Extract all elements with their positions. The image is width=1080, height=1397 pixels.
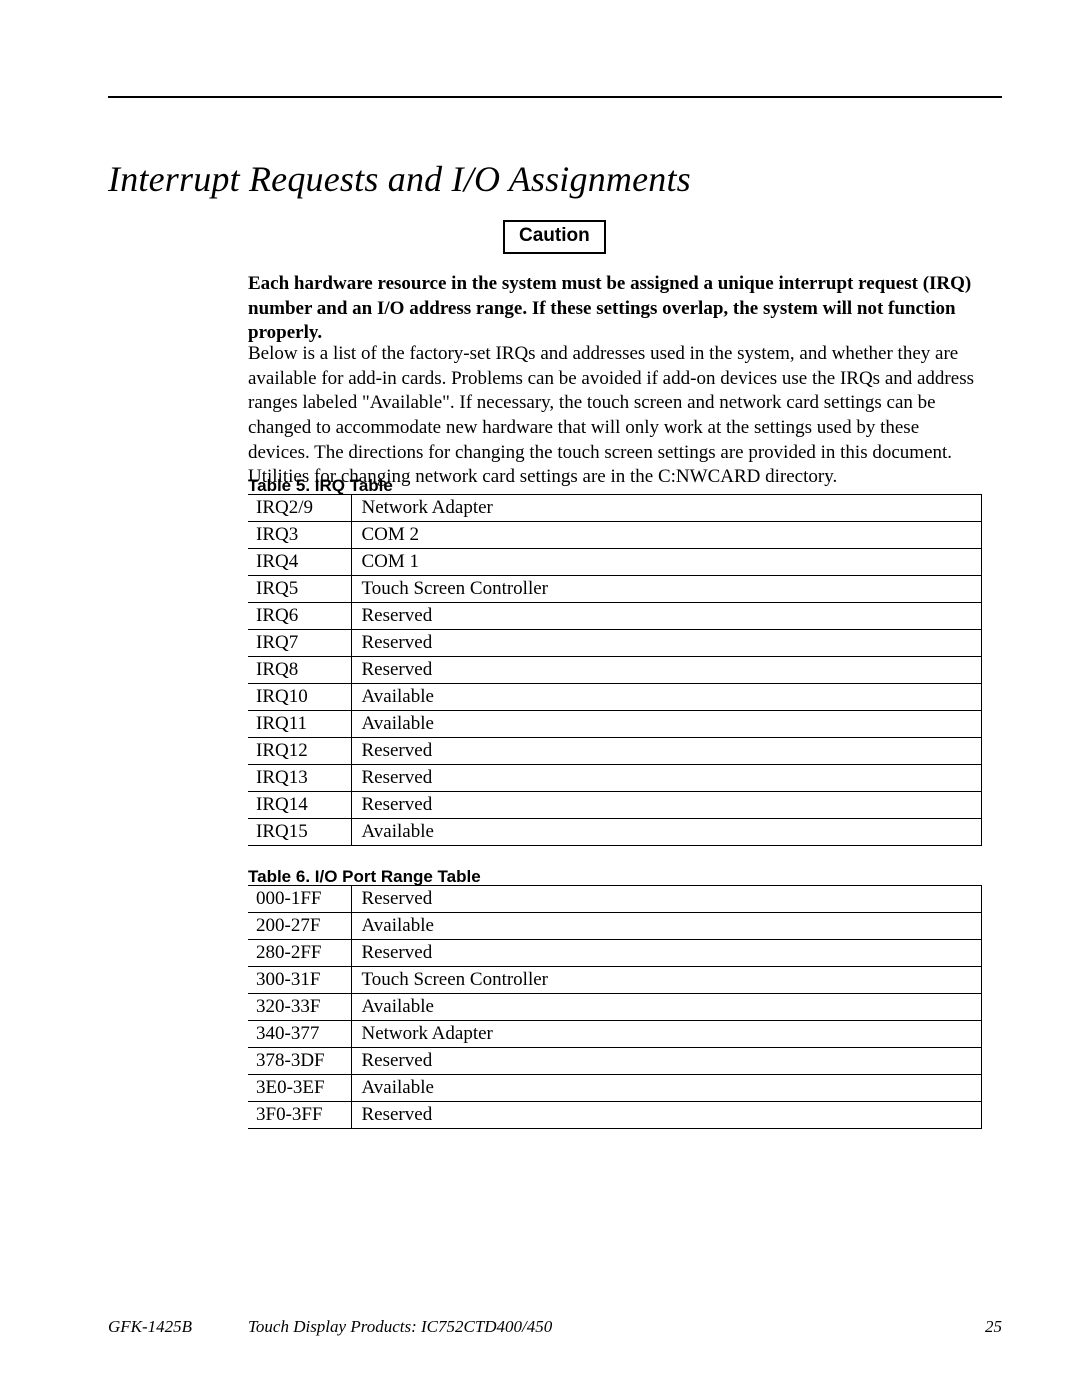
- caution-box: Caution: [503, 220, 606, 254]
- table-row: 000-1FFReserved: [248, 886, 982, 913]
- irq-cell: IRQ14: [248, 792, 351, 819]
- assign-cell: Available: [351, 684, 982, 711]
- assign-cell: Reserved: [351, 657, 982, 684]
- assign-cell: Available: [351, 1075, 982, 1102]
- irq-cell: IRQ4: [248, 549, 351, 576]
- range-cell: 340-377: [248, 1021, 351, 1048]
- assign-cell: Reserved: [351, 738, 982, 765]
- irq-cell: IRQ3: [248, 522, 351, 549]
- assign-cell: Reserved: [351, 630, 982, 657]
- table-row: 3E0-3EFAvailable: [248, 1075, 982, 1102]
- assign-cell: Touch Screen Controller: [351, 576, 982, 603]
- table-row: 3F0-3FFReserved: [248, 1102, 982, 1129]
- table-row: IRQ7Reserved: [248, 630, 982, 657]
- assign-cell: Reserved: [351, 1102, 982, 1129]
- range-cell: 3F0-3FF: [248, 1102, 351, 1129]
- table-row: IRQ2/9Network Adapter: [248, 495, 982, 522]
- assign-cell: Reserved: [351, 792, 982, 819]
- assign-cell: Available: [351, 711, 982, 738]
- table-row: IRQ8Reserved: [248, 657, 982, 684]
- table-row: 340-377Network Adapter: [248, 1021, 982, 1048]
- table-row: IRQ6Reserved: [248, 603, 982, 630]
- assign-cell: Available: [351, 819, 982, 846]
- io-table-body: 000-1FFReserved 200-27FAvailable 280-2FF…: [248, 886, 982, 1129]
- irq-cell: IRQ2/9: [248, 495, 351, 522]
- assign-cell: COM 2: [351, 522, 982, 549]
- range-cell: 000-1FF: [248, 886, 351, 913]
- footer-page-number: 25: [985, 1317, 1002, 1337]
- irq-cell: IRQ5: [248, 576, 351, 603]
- irq-cell: IRQ7: [248, 630, 351, 657]
- table-row: 300-31FTouch Screen Controller: [248, 967, 982, 994]
- section-heading: Interrupt Requests and I/O Assignments: [108, 158, 691, 200]
- assign-cell: Available: [351, 913, 982, 940]
- assign-cell: Available: [351, 994, 982, 1021]
- table-row: 378-3DFReserved: [248, 1048, 982, 1075]
- table-row: IRQ4COM 1: [248, 549, 982, 576]
- irq-cell: IRQ11: [248, 711, 351, 738]
- table-row: 320-33FAvailable: [248, 994, 982, 1021]
- top-horizontal-rule: [108, 96, 1002, 98]
- assign-cell: Network Adapter: [351, 495, 982, 522]
- irq-table: IRQ2/9Network Adapter IRQ3COM 2 IRQ4COM …: [248, 494, 982, 846]
- caution-label: Caution: [519, 225, 590, 246]
- io-port-range-table: 000-1FFReserved 200-27FAvailable 280-2FF…: [248, 885, 982, 1129]
- range-cell: 378-3DF: [248, 1048, 351, 1075]
- table-row: IRQ14Reserved: [248, 792, 982, 819]
- range-cell: 300-31F: [248, 967, 351, 994]
- irq-cell: IRQ12: [248, 738, 351, 765]
- table-row: IRQ12Reserved: [248, 738, 982, 765]
- irq-cell: IRQ8: [248, 657, 351, 684]
- document-page: Interrupt Requests and I/O Assignments C…: [0, 0, 1080, 1397]
- footer-doc-id: GFK-1425B: [108, 1317, 192, 1337]
- assign-cell: Reserved: [351, 1048, 982, 1075]
- irq-cell: IRQ10: [248, 684, 351, 711]
- table-row: IRQ3COM 2: [248, 522, 982, 549]
- irq-table-title: Table 5. IRQ Table: [248, 476, 393, 496]
- io-table-title: Table 6. I/O Port Range Table: [248, 867, 481, 887]
- table-row: IRQ11Available: [248, 711, 982, 738]
- assign-cell: Reserved: [351, 603, 982, 630]
- irq-cell: IRQ13: [248, 765, 351, 792]
- table-row: IRQ10Available: [248, 684, 982, 711]
- range-cell: 3E0-3EF: [248, 1075, 351, 1102]
- caution-paragraph: Each hardware resource in the system mus…: [248, 272, 982, 346]
- table-row: 280-2FFReserved: [248, 940, 982, 967]
- irq-table-body: IRQ2/9Network Adapter IRQ3COM 2 IRQ4COM …: [248, 495, 982, 846]
- assign-cell: Touch Screen Controller: [351, 967, 982, 994]
- table-row: IRQ15Available: [248, 819, 982, 846]
- assign-cell: Reserved: [351, 765, 982, 792]
- intro-paragraph: Below is a list of the factory-set IRQs …: [248, 342, 982, 490]
- table-row: IRQ13Reserved: [248, 765, 982, 792]
- footer-title: Touch Display Products: IC752CTD400/450: [248, 1317, 552, 1337]
- assign-cell: COM 1: [351, 549, 982, 576]
- table-row: IRQ5Touch Screen Controller: [248, 576, 982, 603]
- range-cell: 280-2FF: [248, 940, 351, 967]
- range-cell: 200-27F: [248, 913, 351, 940]
- irq-cell: IRQ15: [248, 819, 351, 846]
- range-cell: 320-33F: [248, 994, 351, 1021]
- assign-cell: Network Adapter: [351, 1021, 982, 1048]
- assign-cell: Reserved: [351, 886, 982, 913]
- table-row: 200-27FAvailable: [248, 913, 982, 940]
- assign-cell: Reserved: [351, 940, 982, 967]
- irq-cell: IRQ6: [248, 603, 351, 630]
